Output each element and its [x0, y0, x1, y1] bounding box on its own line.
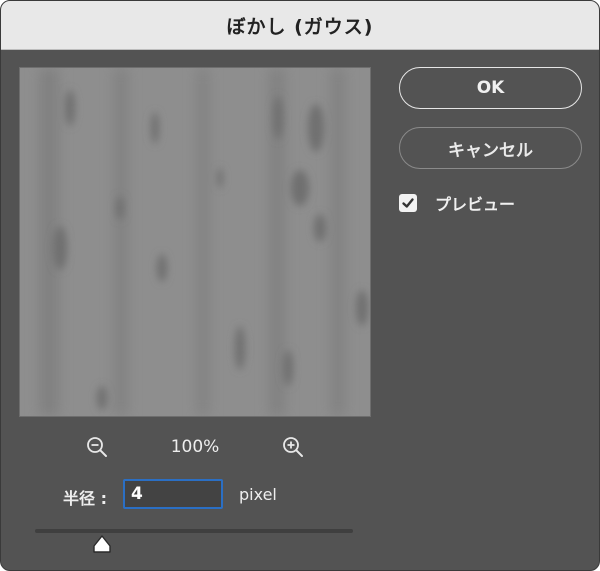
zoom-level: 100% — [170, 437, 220, 457]
dialog-title: ぼかし (ガウス) — [226, 15, 374, 38]
gaussian-blur-dialog: ぼかし (ガウス) OK キャンセル プレビュー 100% 半径: 4 pix… — [0, 0, 600, 571]
radius-slider-track[interactable] — [35, 529, 353, 533]
preview-checkbox[interactable] — [399, 194, 417, 212]
dialog-titlebar[interactable]: ぼかし (ガウス) — [1, 1, 599, 50]
radius-unit-label: pixel — [239, 485, 277, 504]
radius-slider-thumb[interactable] — [91, 534, 113, 554]
preview-area[interactable] — [19, 67, 371, 417]
cancel-button[interactable]: キャンセル — [399, 127, 582, 169]
zoom-controls: 100% — [19, 431, 371, 463]
zoom-out-icon[interactable] — [85, 435, 109, 459]
preview-image — [20, 68, 370, 416]
checkmark-icon — [402, 198, 414, 208]
zoom-in-icon[interactable] — [281, 435, 305, 459]
preview-label: プレビュー — [435, 195, 516, 214]
radius-input[interactable] — [123, 479, 223, 509]
radius-label: 半径 : — [63, 489, 107, 508]
ok-button[interactable]: OK — [399, 67, 582, 109]
preview-checkbox-row[interactable]: プレビュー — [399, 191, 515, 215]
